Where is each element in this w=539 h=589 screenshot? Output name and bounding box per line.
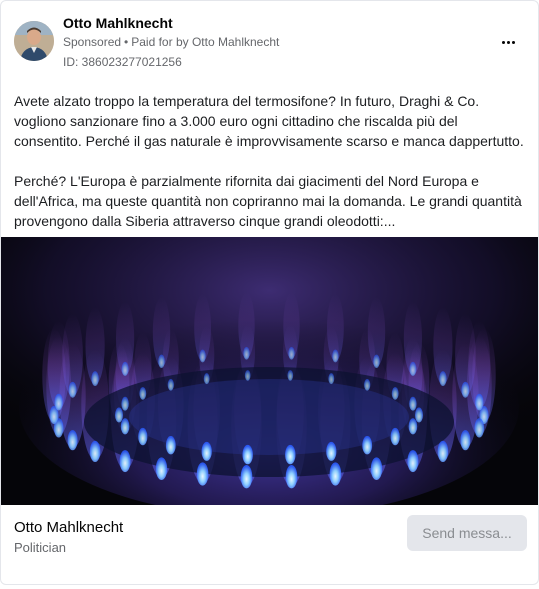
paid-by-prefix: Paid for by	[131, 35, 189, 49]
ad-footer: Otto Mahlknecht Politician Send messa...	[1, 505, 538, 584]
post-body: Avete alzato troppo la temperatura del t…	[14, 91, 528, 231]
post-paragraph: Avete alzato troppo la temperatura del t…	[14, 93, 524, 149]
avatar-photo	[14, 21, 54, 61]
author-avatar[interactable]	[14, 21, 54, 61]
paid-by-name: Otto Mahlknecht	[191, 35, 280, 49]
post-header: Otto Mahlknecht Sponsored • Paid for by Ot…	[1, 1, 538, 81]
page-category: Politician	[14, 540, 67, 555]
ad-image[interactable]	[1, 237, 538, 505]
more-horizontal-icon	[501, 40, 505, 44]
ad-card: Otto Mahlknecht Sponsored • Paid for by Ot…	[0, 0, 539, 585]
post-paragraph: Perché? L'Europa è parzialmente rifornit…	[14, 173, 522, 229]
separator-dot: •	[124, 35, 129, 49]
sponsored-line: Sponsored • Paid for by Otto Mahlknecht	[63, 35, 279, 49]
send-message-button[interactable]: Send messa...	[407, 515, 527, 551]
page-name[interactable]: Otto Mahlknecht	[14, 519, 123, 536]
gas-flame-image	[1, 237, 538, 505]
more-horizontal-icon-dot	[511, 40, 515, 44]
more-options-button[interactable]	[498, 32, 518, 52]
sponsored-label[interactable]: Sponsored	[63, 35, 121, 49]
ad-id: ID: 386023277021256	[63, 55, 182, 69]
author-name[interactable]: Otto Mahlknecht	[63, 15, 173, 31]
more-horizontal-icon-dot	[506, 40, 510, 44]
